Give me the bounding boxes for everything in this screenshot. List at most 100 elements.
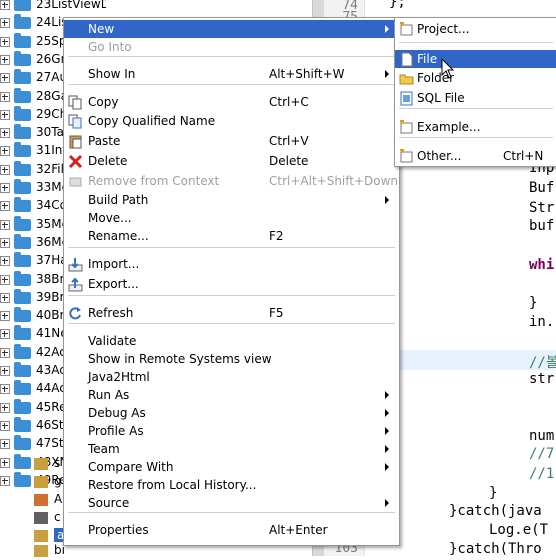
project-folder-icon xyxy=(14,252,31,268)
expand-icon[interactable] xyxy=(0,146,10,157)
menu-item-label: Copy Qualified Name xyxy=(88,114,216,128)
code-line: in. xyxy=(529,314,555,330)
folder-icon xyxy=(34,494,48,506)
menu-item-profile-as[interactable]: Profile As xyxy=(64,422,399,440)
menu-item-shortcut: F2 xyxy=(269,229,284,243)
new-submenu-item-project[interactable]: Project... xyxy=(395,20,556,38)
project-folder-icon xyxy=(14,288,31,304)
new-submenu: Project... File Folder SQL File Example... Ot… xyxy=(394,17,556,167)
new-submenu-item-file[interactable]: File xyxy=(395,50,556,68)
menu-item-restore-from-local-history[interactable]: Restore from Local History... xyxy=(64,476,399,494)
project-folder-icon xyxy=(14,50,31,66)
expand-icon[interactable] xyxy=(0,384,10,395)
sql-file-icon xyxy=(399,91,414,106)
project-folder-icon xyxy=(14,435,31,451)
expand-icon[interactable] xyxy=(0,73,10,84)
code-line: Buf xyxy=(529,180,555,196)
menu-item-validate[interactable]: Validate xyxy=(64,332,399,350)
expand-icon[interactable] xyxy=(0,366,10,376)
menu-item-copy-qualified-name[interactable]: Copy Qualified Name xyxy=(64,112,399,130)
expand-icon[interactable] xyxy=(0,256,10,267)
code-line: } xyxy=(529,295,538,311)
new-submenu-item-other[interactable]: Other... Ctrl+N xyxy=(395,147,556,165)
menu-item-show-in[interactable]: Show In Alt+Shift+W xyxy=(64,65,399,83)
menu-item-run-as[interactable]: Run As xyxy=(64,386,399,404)
code-line: } xyxy=(489,485,498,501)
submenu-item-label: Other... xyxy=(417,149,462,163)
expand-icon[interactable] xyxy=(0,457,10,468)
code-line: //7 xyxy=(529,446,555,462)
menu-item-go-into[interactable]: Go Into xyxy=(64,38,399,56)
project-folder-icon xyxy=(14,14,31,30)
menu-item-move[interactable]: Move... xyxy=(64,209,399,227)
expand-icon[interactable] xyxy=(0,420,10,431)
tree-child-label: s xyxy=(54,456,61,470)
expand-icon[interactable] xyxy=(0,164,10,175)
menu-item-remove-from-context[interactable]: Remove from Context Ctrl+Alt+Shift+Down xyxy=(64,172,399,190)
context-menu: New Go Into Show In Alt+Shift+W Copy Ctrl+C Co… xyxy=(63,17,400,546)
submenu-arrow-icon xyxy=(385,427,389,435)
menu-item-refresh[interactable]: Refresh F5 xyxy=(64,304,399,322)
menu-item-team[interactable]: Team xyxy=(64,440,399,458)
expand-icon[interactable] xyxy=(0,183,10,193)
menu-item-paste[interactable]: Paste Ctrl+V xyxy=(64,132,399,150)
menu-item-show-in-remote-systems-view[interactable]: Show in Remote Systems view xyxy=(64,350,399,368)
menu-item-import[interactable]: Import... xyxy=(64,255,399,273)
expand-icon[interactable] xyxy=(0,54,10,65)
expand-icon[interactable] xyxy=(0,439,10,450)
menu-item-java2html[interactable]: Java2Html xyxy=(64,368,399,386)
expand-icon[interactable] xyxy=(0,91,10,102)
menu-item-label: Build Path xyxy=(88,193,149,207)
menu-item-rename[interactable]: Rename... F2 xyxy=(64,227,399,245)
expand-icon[interactable] xyxy=(0,274,10,285)
copy-qualified-icon xyxy=(68,114,83,129)
menu-item-label: Source xyxy=(88,496,130,510)
project-folder-icon xyxy=(14,69,31,85)
remove-context-icon xyxy=(68,174,83,188)
menu-separator xyxy=(68,323,395,324)
project-folder-icon xyxy=(14,471,31,487)
menu-item-compare-with[interactable]: Compare With xyxy=(64,458,399,476)
menu-item-export[interactable]: Export... xyxy=(64,275,399,293)
tree-child-label: c xyxy=(54,510,61,524)
new-submenu-item-sql-file[interactable]: SQL File xyxy=(395,89,556,107)
menu-item-source[interactable]: Source xyxy=(64,494,399,512)
expand-icon[interactable] xyxy=(0,292,10,303)
expand-icon[interactable] xyxy=(0,128,10,139)
menu-item-properties[interactable]: Properties Alt+Enter xyxy=(64,521,399,539)
expand-icon[interactable] xyxy=(0,237,10,248)
project-folder-icon xyxy=(14,398,31,414)
menu-item-debug-as[interactable]: Debug As xyxy=(64,404,399,422)
menu-separator xyxy=(399,42,553,43)
menu-item-new[interactable]: New xyxy=(64,20,399,38)
menu-item-build-path[interactable]: Build Path xyxy=(64,191,399,209)
project-folder-icon xyxy=(14,87,31,103)
menu-item-label: New xyxy=(88,22,115,36)
code-line: num xyxy=(529,428,555,444)
expand-icon[interactable] xyxy=(0,0,10,10)
expand-icon[interactable] xyxy=(0,36,10,47)
menu-item-copy[interactable]: Copy Ctrl+C xyxy=(64,93,399,111)
code-line: //볼 xyxy=(529,355,556,371)
tree-item[interactable]: 23ListViewDemo2 xyxy=(0,0,106,14)
expand-icon[interactable] xyxy=(0,109,10,120)
expand-icon[interactable] xyxy=(0,18,10,29)
project-folder-icon xyxy=(14,160,31,176)
folder-icon xyxy=(399,71,414,85)
expand-icon[interactable] xyxy=(0,201,10,212)
submenu-arrow-icon xyxy=(385,445,389,453)
expand-icon[interactable] xyxy=(0,311,10,322)
code-line: //1 xyxy=(529,466,555,482)
new-submenu-item-example[interactable]: Example... xyxy=(395,118,556,136)
menu-item-delete[interactable]: Delete Delete xyxy=(64,152,399,170)
expand-icon[interactable] xyxy=(0,347,10,358)
tree-item-label: 42Ac xyxy=(36,344,66,359)
new-submenu-item-folder[interactable]: Folder xyxy=(395,69,556,87)
expand-icon[interactable] xyxy=(0,219,10,230)
submenu-arrow-icon xyxy=(385,70,389,78)
expand-icon[interactable] xyxy=(0,329,10,340)
menu-item-shortcut: F5 xyxy=(269,306,284,320)
expand-icon[interactable] xyxy=(0,475,10,486)
expand-icon[interactable] xyxy=(0,402,10,413)
tree-item-label: 30Ta xyxy=(36,125,64,140)
